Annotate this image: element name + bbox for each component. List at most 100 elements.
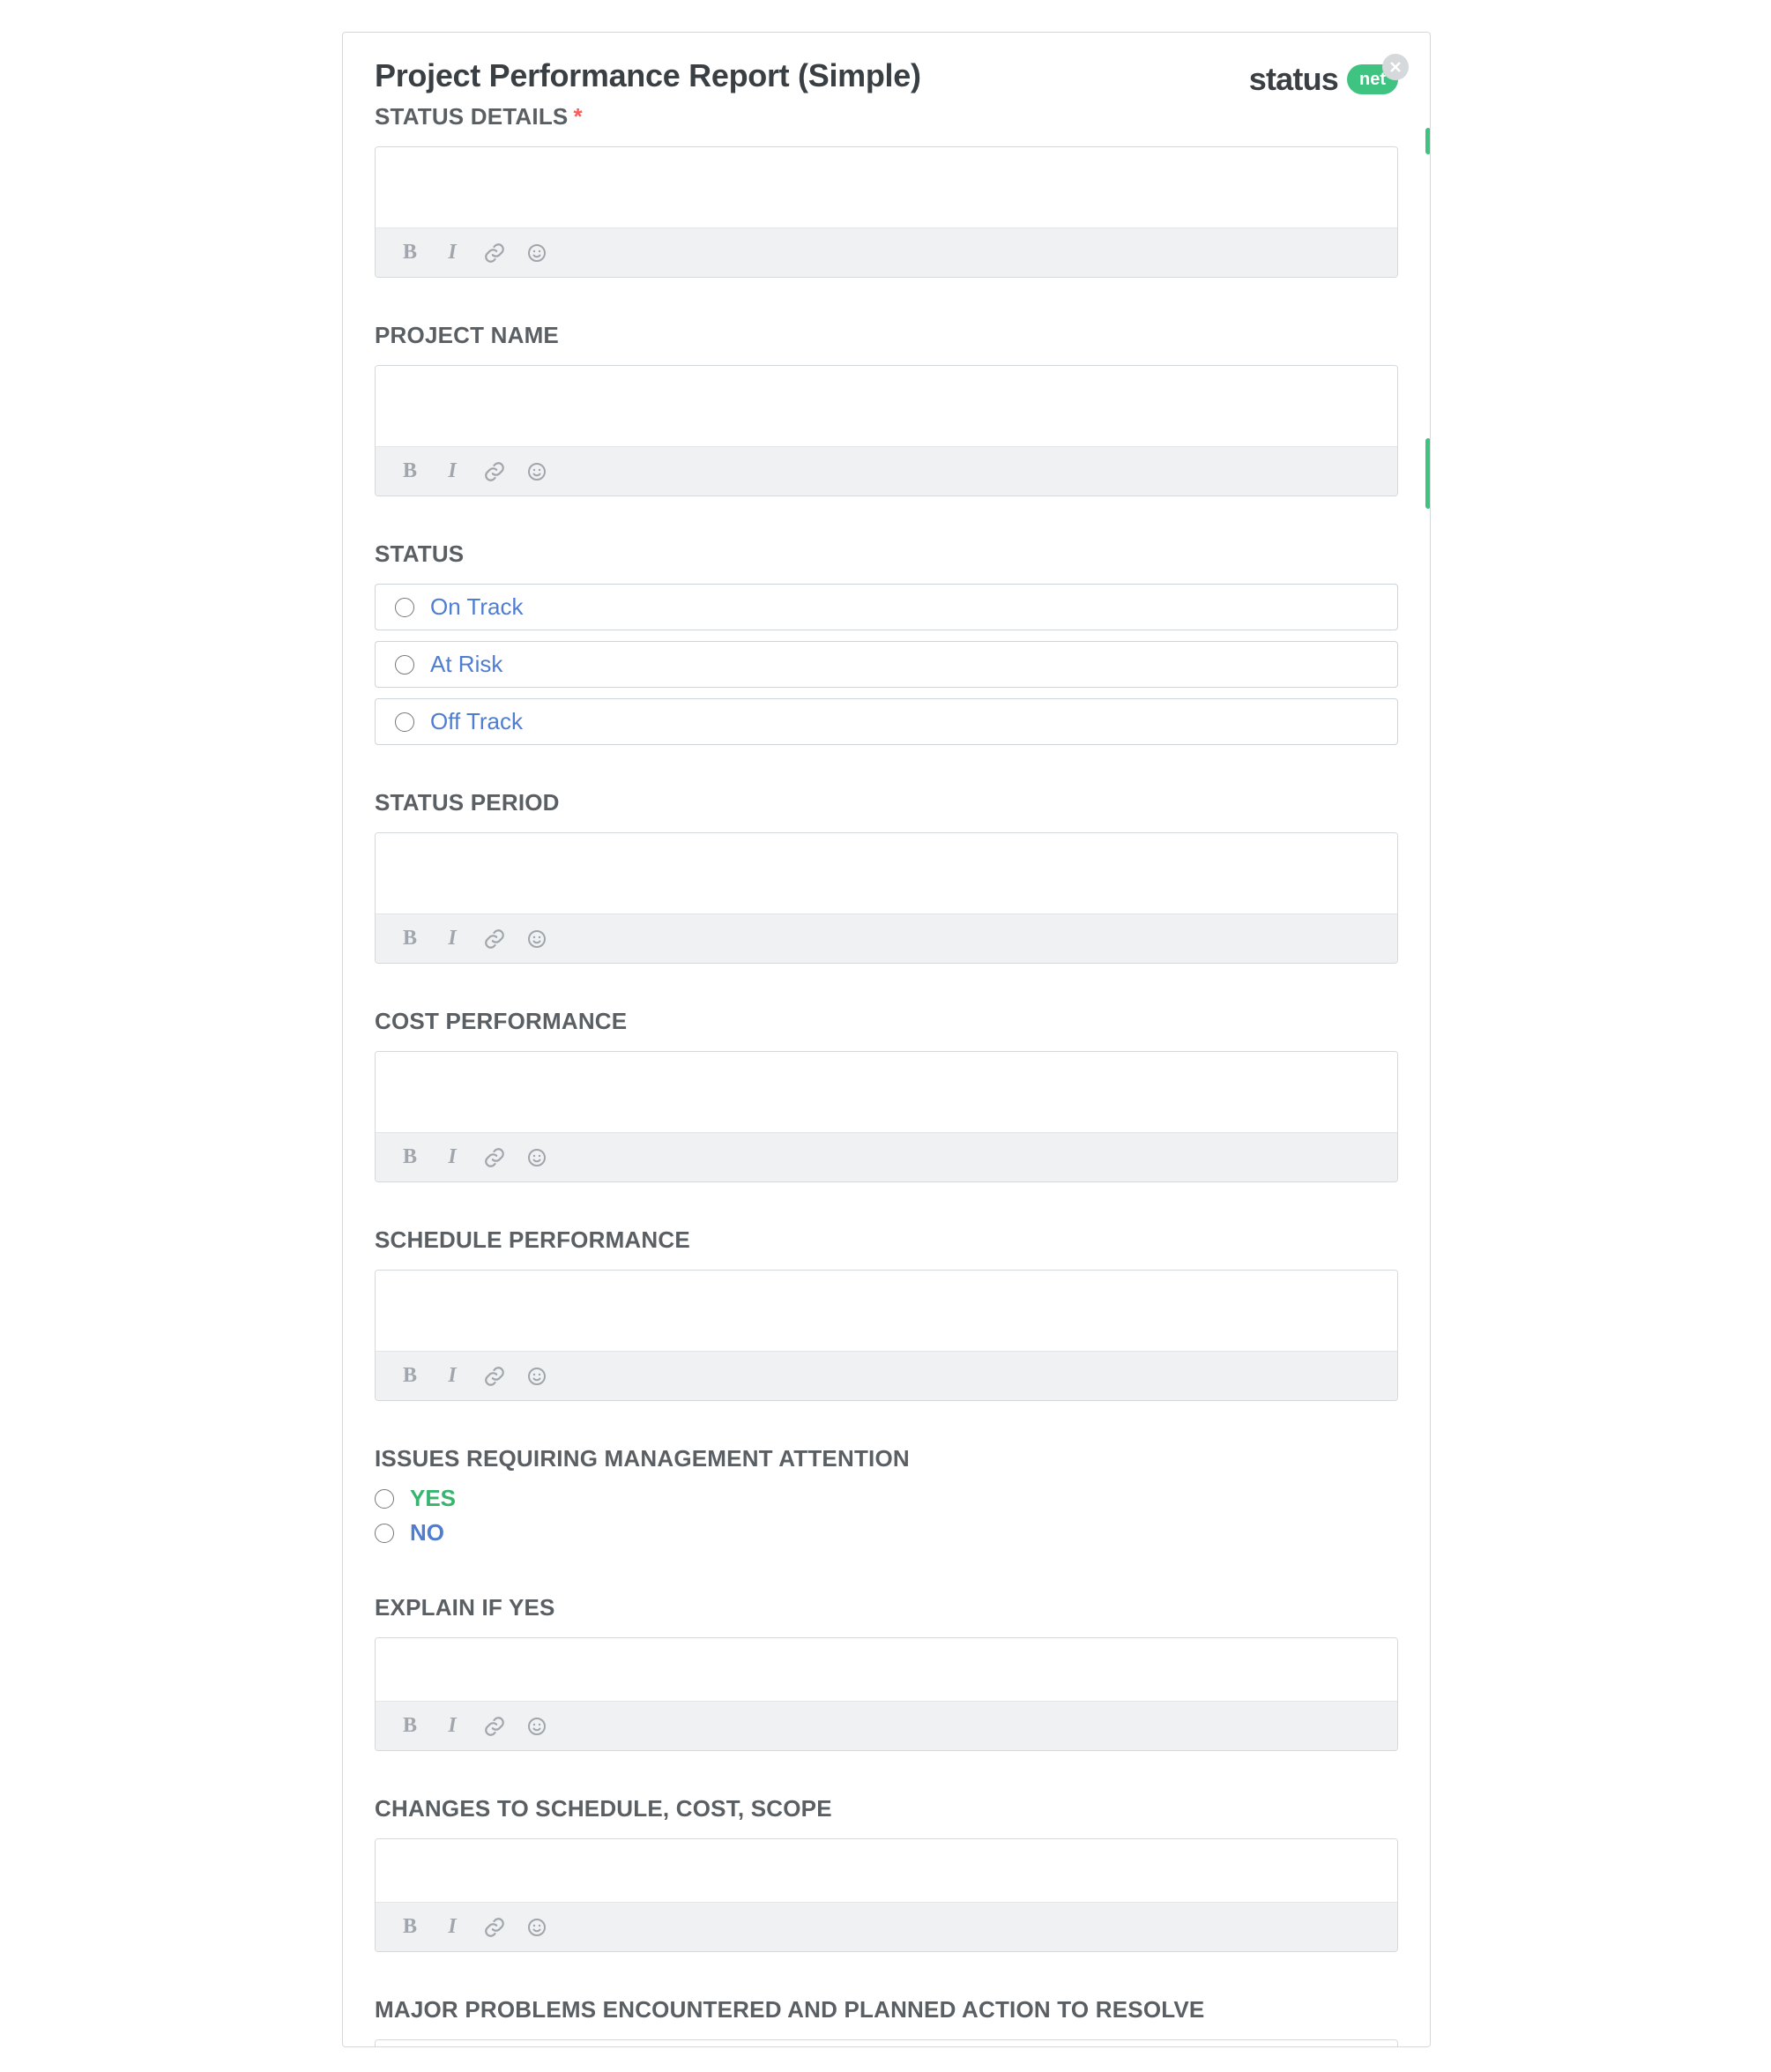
bold-button[interactable]: B [398, 1715, 421, 1738]
emoji-button[interactable] [525, 242, 548, 265]
status-option-off-track[interactable]: Off Track [375, 698, 1398, 745]
input-changes[interactable] [376, 1839, 1397, 1897]
link-button[interactable] [483, 460, 506, 483]
bold-button[interactable]: B [398, 460, 421, 483]
link-button[interactable] [483, 1916, 506, 1939]
input-explain-if-yes[interactable] [376, 1638, 1397, 1696]
toolbar-schedule-performance: B I [376, 1351, 1397, 1400]
italic-button[interactable]: I [441, 242, 464, 265]
bold-button[interactable]: B [398, 1916, 421, 1939]
emoji-button[interactable] [525, 1146, 548, 1169]
smiley-icon [526, 1716, 547, 1737]
link-icon [483, 1715, 506, 1738]
section-major-problems: MAJOR PROBLEMS ENCOUNTERED AND PLANNED A… [375, 1996, 1398, 2047]
status-option-at-risk[interactable]: At Risk [375, 641, 1398, 688]
emoji-button[interactable] [525, 928, 548, 950]
label-status-details: STATUS DETAILS* [375, 103, 1398, 130]
section-project-name: PROJECT NAME B I [375, 322, 1398, 496]
required-asterisk: * [573, 103, 582, 130]
link-button[interactable] [483, 928, 506, 950]
italic-button[interactable]: I [441, 460, 464, 483]
brand-logo: status net [1249, 61, 1398, 98]
issues-option-no[interactable]: NO [375, 1516, 1398, 1550]
radio-on-track[interactable] [395, 598, 414, 617]
input-status-details[interactable] [376, 147, 1397, 223]
radio-at-risk[interactable] [395, 655, 414, 675]
section-explain-if-yes: EXPLAIN IF YES B I [375, 1594, 1398, 1751]
emoji-button[interactable] [525, 1916, 548, 1939]
toolbar-changes: B I [376, 1902, 1397, 1951]
rtf-cost-performance: B I [375, 1051, 1398, 1182]
modal-title: Project Performance Report (Simple) [375, 57, 921, 94]
section-cost-performance: COST PERFORMANCE B I [375, 1008, 1398, 1182]
label-changes: CHANGES TO SCHEDULE, COST, SCOPE [375, 1795, 1398, 1822]
status-option-on-track[interactable]: On Track [375, 584, 1398, 630]
rtf-status-details: B I [375, 146, 1398, 278]
label-project-name: PROJECT NAME [375, 322, 1398, 349]
radio-label: At Risk [430, 651, 502, 678]
label-issues-mgmt: ISSUES REQUIRING MANAGEMENT ATTENTION [375, 1445, 1398, 1472]
italic-button[interactable]: I [441, 1146, 464, 1169]
smiley-icon [526, 1366, 547, 1387]
emoji-button[interactable] [525, 1365, 548, 1388]
link-button[interactable] [483, 1365, 506, 1388]
italic-button[interactable]: I [441, 1365, 464, 1388]
toolbar-status-details: B I [376, 227, 1397, 277]
link-button[interactable] [483, 1715, 506, 1738]
bold-button[interactable]: B [398, 1365, 421, 1388]
label-text: STATUS DETAILS [375, 103, 568, 130]
italic-button[interactable]: I [441, 1916, 464, 1939]
report-modal: Project Performance Report (Simple) stat… [342, 32, 1431, 2047]
input-project-name[interactable] [376, 366, 1397, 442]
toolbar-explain-if-yes: B I [376, 1701, 1397, 1750]
bold-button[interactable]: B [398, 242, 421, 265]
radio-label: On Track [430, 593, 523, 621]
radio-no[interactable] [375, 1524, 394, 1543]
emoji-button[interactable] [525, 1715, 548, 1738]
section-changes: CHANGES TO SCHEDULE, COST, SCOPE B I [375, 1795, 1398, 1952]
radio-yes[interactable] [375, 1489, 394, 1509]
label-cost-performance: COST PERFORMANCE [375, 1008, 1398, 1035]
issues-option-yes[interactable]: YES [375, 1481, 1398, 1516]
link-icon [483, 242, 506, 265]
bold-button[interactable]: B [398, 928, 421, 950]
radio-label: Off Track [430, 708, 523, 735]
bold-button[interactable]: B [398, 1146, 421, 1169]
emoji-button[interactable] [525, 460, 548, 483]
section-status-period: STATUS PERIOD B I [375, 789, 1398, 964]
input-major-problems[interactable] [376, 2040, 1397, 2047]
label-major-problems: MAJOR PROBLEMS ENCOUNTERED AND PLANNED A… [375, 1996, 1398, 2024]
input-cost-performance[interactable] [376, 1052, 1397, 1128]
radio-off-track[interactable] [395, 712, 414, 732]
link-icon [483, 928, 506, 950]
toolbar-project-name: B I [376, 446, 1397, 496]
link-icon [483, 460, 506, 483]
smiley-icon [526, 1147, 547, 1168]
label-status: STATUS [375, 540, 1398, 568]
issues-radio-group: YES NO [375, 1481, 1398, 1550]
link-icon [483, 1365, 506, 1388]
section-status: STATUS On Track At Risk Off Track [375, 540, 1398, 745]
radio-label: NO [410, 1519, 444, 1547]
toolbar-status-period: B I [376, 913, 1397, 963]
input-status-period[interactable] [376, 833, 1397, 909]
link-button[interactable] [483, 1146, 506, 1169]
label-status-period: STATUS PERIOD [375, 789, 1398, 816]
section-issues-mgmt: ISSUES REQUIRING MANAGEMENT ATTENTION YE… [375, 1445, 1398, 1550]
rtf-project-name: B I [375, 365, 1398, 496]
smiley-icon [526, 928, 547, 950]
italic-button[interactable]: I [441, 1715, 464, 1738]
close-button[interactable] [1382, 54, 1409, 80]
accent-stripe [1425, 128, 1431, 154]
rtf-explain-if-yes: B I [375, 1637, 1398, 1751]
input-schedule-performance[interactable] [376, 1271, 1397, 1346]
section-schedule-performance: SCHEDULE PERFORMANCE B I [375, 1226, 1398, 1401]
toolbar-cost-performance: B I [376, 1132, 1397, 1181]
label-schedule-performance: SCHEDULE PERFORMANCE [375, 1226, 1398, 1254]
italic-button[interactable]: I [441, 928, 464, 950]
status-radio-group: On Track At Risk Off Track [375, 584, 1398, 745]
link-button[interactable] [483, 242, 506, 265]
brand-word: status [1249, 61, 1338, 98]
section-status-details: STATUS DETAILS* B I [375, 103, 1398, 278]
smiley-icon [526, 461, 547, 482]
